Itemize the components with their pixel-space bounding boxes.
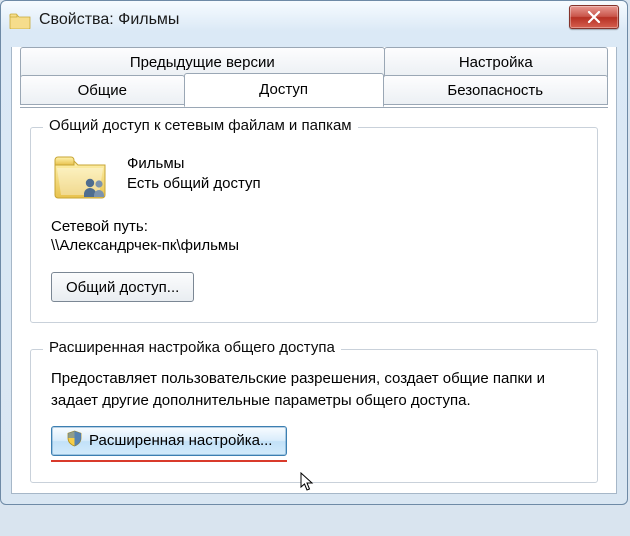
group-network-sharing-title: Общий доступ к сетевым файлам и папкам bbox=[43, 117, 358, 134]
client-area: Предыдущие версии Настройка Общие Доступ… bbox=[11, 47, 617, 494]
share-button-label: Общий доступ... bbox=[66, 279, 179, 296]
share-summary: Фильмы Есть общий доступ bbox=[51, 148, 577, 200]
titlebar: Свойства: Фильмы bbox=[1, 1, 627, 39]
tabstrip: Предыдущие версии Настройка Общие Доступ… bbox=[20, 47, 608, 107]
window-title: Свойства: Фильмы bbox=[39, 11, 619, 29]
advanced-sharing-button[interactable]: Расширенная настройка... bbox=[51, 426, 287, 456]
share-button[interactable]: Общий доступ... bbox=[51, 272, 194, 302]
group-advanced-sharing-title: Расширенная настройка общего доступа bbox=[43, 339, 341, 356]
close-icon bbox=[587, 11, 601, 23]
folder-shared-icon bbox=[51, 148, 109, 200]
tab-general[interactable]: Общие bbox=[20, 75, 185, 105]
tab-security[interactable]: Безопасность bbox=[383, 75, 608, 105]
group-advanced-sharing: Расширенная настройка общего доступа Пре… bbox=[30, 349, 598, 483]
group-network-sharing: Общий доступ к сетевым файлам и папкам bbox=[30, 127, 598, 323]
shared-folder-name: Фильмы bbox=[127, 154, 261, 174]
tab-panel-sharing: Общий доступ к сетевым файлам и папкам bbox=[12, 107, 616, 493]
network-path-value: \\Александрчек-пк\фильмы bbox=[51, 237, 577, 254]
tab-sharing[interactable]: Доступ bbox=[184, 73, 384, 107]
properties-dialog: Свойства: Фильмы Предыдущие версии Настр… bbox=[0, 0, 628, 505]
network-path-label: Сетевой путь: bbox=[51, 218, 577, 235]
shared-status: Есть общий доступ bbox=[127, 174, 261, 194]
close-button[interactable] bbox=[569, 5, 619, 29]
tab-customize[interactable]: Настройка bbox=[384, 47, 608, 77]
advanced-sharing-button-label: Расширенная настройка... bbox=[89, 432, 272, 449]
folder-small-icon bbox=[9, 11, 31, 29]
shield-icon bbox=[66, 430, 83, 451]
advanced-sharing-description: Предоставляет пользовательские разрешени… bbox=[51, 368, 577, 412]
